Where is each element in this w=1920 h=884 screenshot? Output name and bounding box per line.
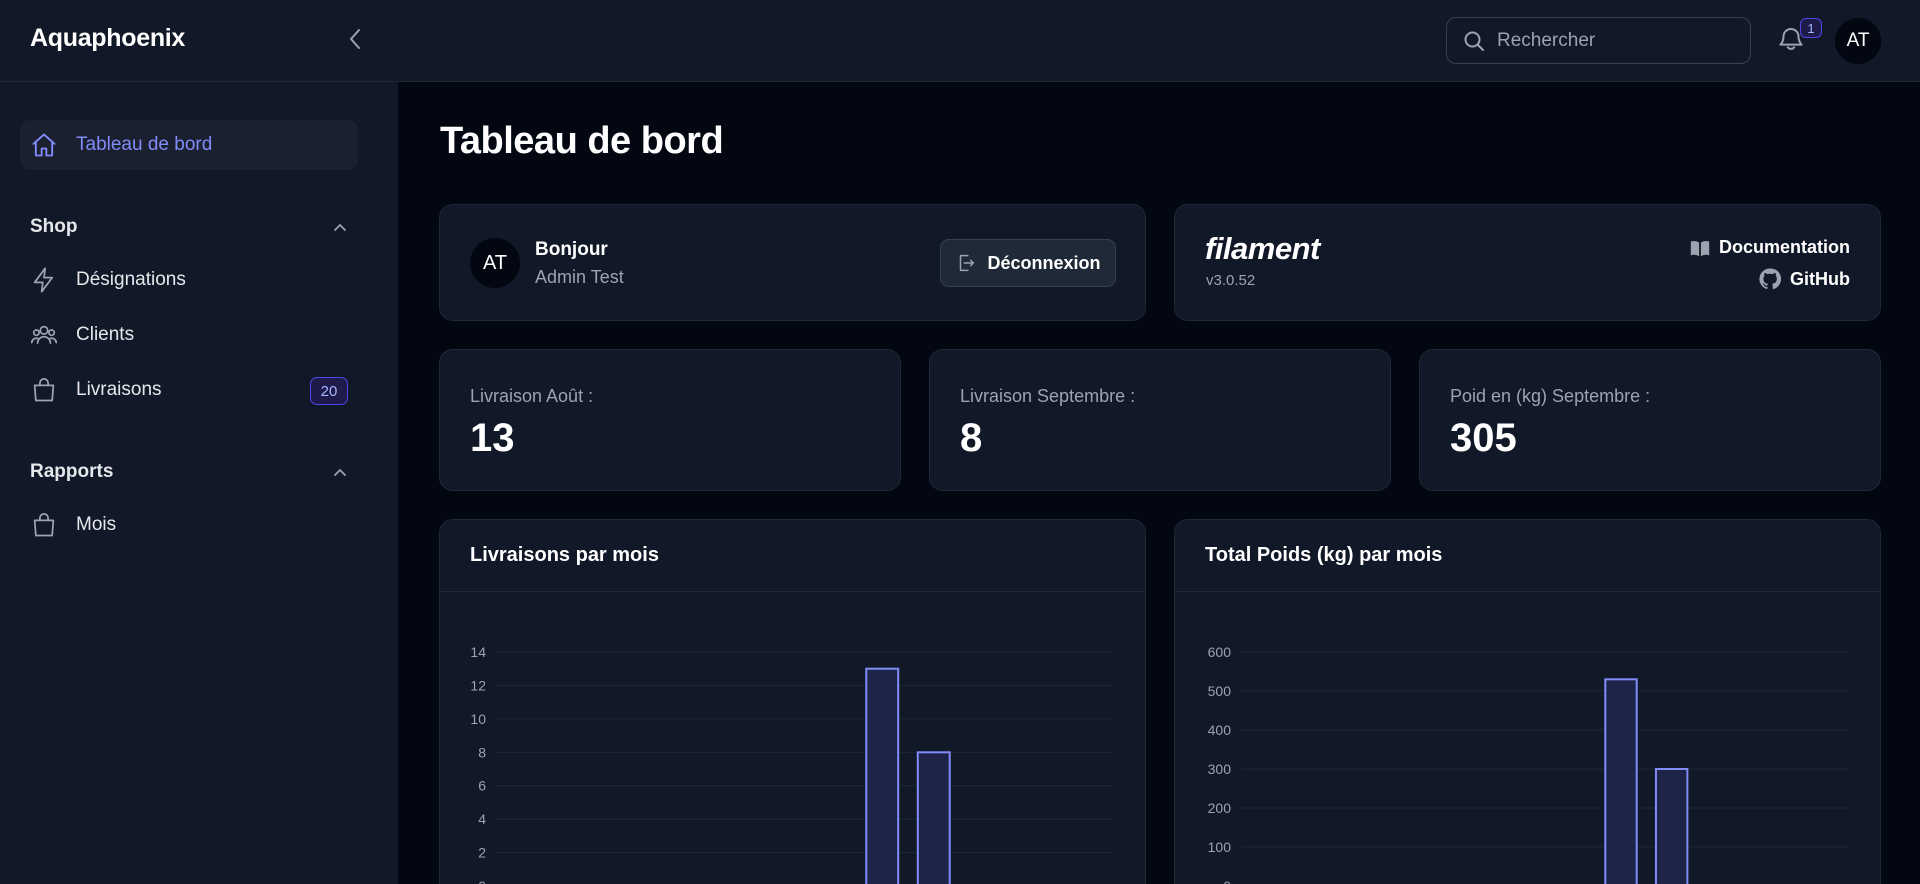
sidebar-item-designations[interactable]: Désignations <box>20 255 358 305</box>
brand-logo[interactable]: Aquaphoenix <box>30 24 185 53</box>
sidebar-item-label: Tableau de bord <box>76 134 213 155</box>
sidebar-group-label: Rapports <box>30 461 114 482</box>
account-widget: AT Bonjour Admin Test Déconnexion <box>439 204 1146 321</box>
y-tick-label: 10 <box>470 711 486 727</box>
top-bar: Aquaphoenix 1 AT <box>0 0 1920 82</box>
filament-logo[interactable]: filament <box>1205 231 1320 267</box>
logout-icon <box>960 254 975 272</box>
logout-button[interactable]: Déconnexion <box>940 239 1116 287</box>
user-name: Admin Test <box>535 267 624 287</box>
y-tick-label: 300 <box>1208 761 1232 777</box>
search-icon <box>1464 31 1484 51</box>
sidebar-group-shop[interactable]: Shop <box>30 212 348 242</box>
sidebar-item-clients[interactable]: Clients <box>20 310 358 360</box>
sidebar-group-rapports[interactable]: Rapports <box>30 457 348 487</box>
home-icon <box>32 133 56 157</box>
sidebar-group-label: Shop <box>30 216 78 237</box>
documentation-link[interactable]: Documentation <box>1689 237 1850 258</box>
y-tick-label: 12 <box>470 677 486 693</box>
chevron-up-icon <box>334 469 346 476</box>
book-icon <box>1690 240 1710 256</box>
collapse-sidebar-button[interactable] <box>340 24 370 54</box>
sidebar-item-label: Mois <box>76 514 117 535</box>
logout-label: Déconnexion <box>987 252 1101 273</box>
stat-value: 13 <box>470 416 515 460</box>
y-tick-label: 14 <box>470 644 486 660</box>
version-text: v3.0.52 <box>1206 272 1256 289</box>
y-tick-label: 4 <box>478 811 486 827</box>
github-label: GitHub <box>1790 268 1850 289</box>
y-tick-label: 200 <box>1208 800 1232 816</box>
chart-bar[interactable] <box>1604 678 1638 884</box>
sidebar-item-label: Désignations <box>76 269 186 290</box>
documentation-label: Documentation <box>1718 237 1850 257</box>
stat-card-poids-septembre: Poid en (kg) Septembre : 305 <box>1419 349 1881 491</box>
filament-info-widget: filament v3.0.52 Documentation GitHub <box>1174 204 1881 321</box>
sidebar-item-label: Clients <box>76 324 135 345</box>
chart-bar[interactable] <box>916 751 951 884</box>
stat-label: Livraison Septembre : <box>960 386 1136 406</box>
livraisons-bar-chart: 0 2 4 6 8 10 12 14 <box>470 644 1114 884</box>
avatar: AT <box>470 238 520 288</box>
github-icon <box>1759 268 1782 290</box>
y-tick-label: 600 <box>1208 644 1232 660</box>
sidebar-item-livraisons[interactable]: Livraisons 20 <box>20 365 358 415</box>
bolt-icon <box>33 267 54 293</box>
y-tick-label: 400 <box>1208 722 1232 738</box>
poids-bar-chart: 0 100 200 300 400 500 600 <box>1208 644 1849 884</box>
shopping-bag-icon <box>33 378 55 402</box>
stat-value: 305 <box>1450 416 1517 460</box>
chevron-up-icon <box>334 224 346 231</box>
search-input[interactable] <box>1497 29 1727 52</box>
livraisons-count-badge: 20 <box>310 377 348 405</box>
y-tick-label: 500 <box>1208 683 1232 699</box>
page-title: Tableau de bord <box>440 120 724 162</box>
chart-bar[interactable] <box>865 667 900 884</box>
notifications-button[interactable]: 1 <box>1776 18 1822 58</box>
y-tick-label: 6 <box>478 778 486 794</box>
y-tick-label: 8 <box>478 744 486 760</box>
stat-label: Livraison Août : <box>470 386 594 406</box>
stat-value: 8 <box>960 416 983 460</box>
greeting-text: Bonjour <box>535 239 608 260</box>
users-icon <box>30 325 58 345</box>
chart-bar[interactable] <box>1654 768 1689 884</box>
chevron-left-icon <box>350 29 360 49</box>
y-tick-label: 0 <box>1223 878 1231 884</box>
stat-card-livraison-septembre: Livraison Septembre : 8 <box>929 349 1391 491</box>
global-search[interactable] <box>1446 17 1751 64</box>
chart-title: Total Poids (kg) par mois <box>1205 544 1443 566</box>
y-tick-label: 100 <box>1208 839 1232 855</box>
chart-card-poids: Total Poids (kg) par mois 0 100 200 300 400 5… <box>1174 519 1881 884</box>
github-link[interactable]: GitHub <box>1758 267 1850 291</box>
user-avatar[interactable]: AT <box>1835 18 1881 64</box>
y-tick-label: 0 <box>478 878 486 884</box>
chart-card-livraisons: Livraisons par mois 0 2 4 6 8 10 12 14 <box>439 519 1146 884</box>
sidebar: Tableau de bord Shop Désignations Client… <box>0 82 398 884</box>
stat-label: Poid en (kg) Septembre : <box>1450 386 1651 406</box>
stat-card-livraison-aout: Livraison Août : 13 <box>439 349 901 491</box>
chart-title: Livraisons par mois <box>470 544 659 566</box>
shopping-bag-icon <box>33 513 55 537</box>
sidebar-item-mois[interactable]: Mois <box>20 500 358 550</box>
sidebar-item-dashboard[interactable]: Tableau de bord <box>20 120 358 170</box>
sidebar-item-label: Livraisons <box>76 379 162 400</box>
notification-count-badge: 1 <box>1800 18 1822 38</box>
y-tick-label: 2 <box>478 845 486 861</box>
